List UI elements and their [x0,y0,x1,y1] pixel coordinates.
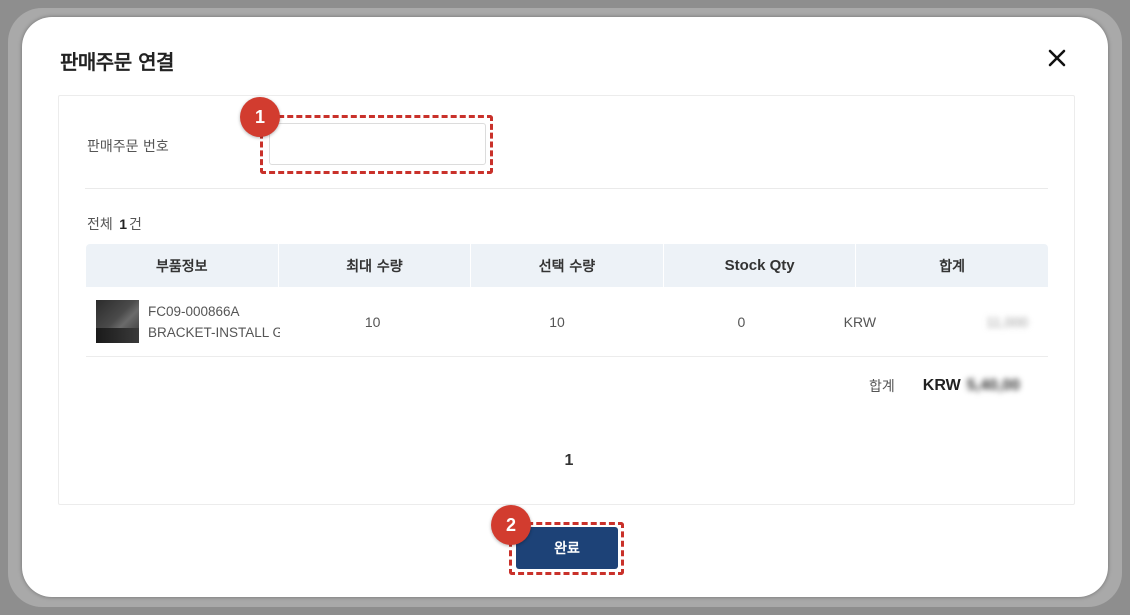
stock-qty-cell: 0 [737,313,746,330]
result-count-prefix: 전체 [87,217,113,233]
result-count: 전체 1건 [87,214,142,234]
close-icon [1048,49,1066,67]
sales-order-number-label: 판매주문 번호 [87,139,169,155]
table-header: 부품정보 최대 수량 선택 수량 Stock Qty 합계 [86,244,1048,287]
done-button[interactable]: 완료 [516,527,618,569]
step-badge-1: 1 [240,97,280,137]
table-row[interactable]: FC09-000866A BRACKET-INSTALL GU 10 10 0 … [86,287,1048,357]
max-qty-cell: 10 [364,313,381,330]
grand-total-currency: KRW [922,377,961,394]
result-count-suffix: 건 [129,217,142,233]
selected-qty-cell: 10 [549,313,565,330]
column-header-max-qty: 최대 수량 [279,244,472,287]
divider [85,188,1048,189]
parts-table: 부품정보 최대 수량 선택 수량 Stock Qty 합계 FC09-00086… [86,244,1048,357]
row-currency: KRW [843,313,877,330]
row-total-cell: KRW 11,000 [834,314,1048,330]
pagination-page-1[interactable]: 1 [559,452,579,470]
part-thumbnail [96,300,139,343]
close-button[interactable] [1042,43,1072,73]
grand-total-label: 합계 [869,379,895,395]
part-code: FC09-000866A [148,303,240,319]
modal-title: 판매주문 연결 [60,50,174,74]
grand-total-amount: 5,40,00 [966,377,1021,394]
link-sales-order-modal: 판매주문 연결 판매주문 번호 전체 1건 부품정보 최대 수량 선택 수량 S… [22,17,1108,597]
order-panel: 판매주문 번호 전체 1건 부품정보 최대 수량 선택 수량 Stock Qty… [58,95,1075,505]
column-header-stock-qty: Stock Qty [664,244,857,287]
column-header-part-info: 부품정보 [86,244,279,287]
grand-total: 합계 KRW 5,40,00 [859,376,1049,396]
step-badge-2: 2 [491,505,531,545]
part-info-cell: FC09-000866A BRACKET-INSTALL GU [86,300,280,343]
result-count-number: 1 [119,216,128,232]
column-header-total: 합계 [939,258,966,275]
sales-order-number-input[interactable] [269,123,486,165]
row-amount: 11,000 [986,313,1029,330]
part-name: BRACKET-INSTALL GU [148,324,281,340]
column-header-selected-qty: 선택 수량 [471,244,664,287]
